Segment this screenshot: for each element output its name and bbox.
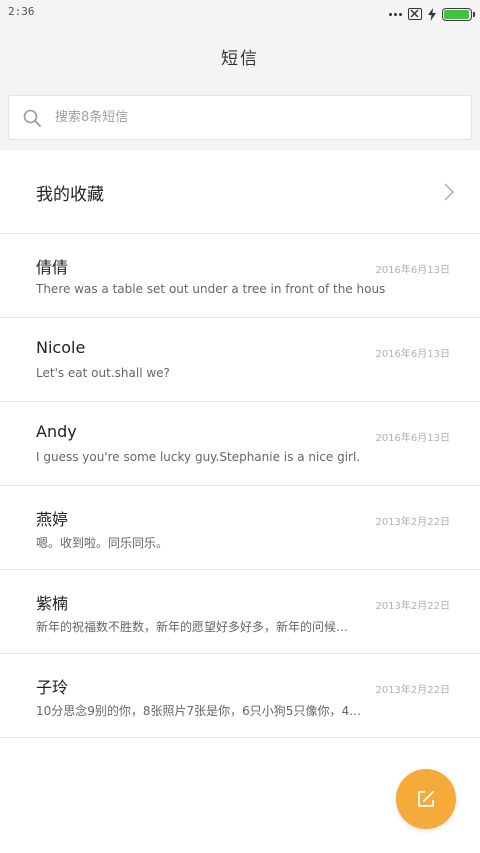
conversation-item[interactable]: 紫楠 2013年2月22日 新年的祝福数不胜数，新年的愿望好多好多，新年的问候… — [0, 570, 480, 654]
message-preview: Let's eat out.shall we? — [36, 366, 170, 380]
battery-icon — [442, 7, 475, 21]
contact-name: 燕婷 — [36, 510, 69, 529]
message-preview: There was a table set out under a tree i… — [36, 282, 386, 296]
search-box[interactable] — [8, 95, 472, 140]
message-preview: I guess you're some lucky guy.Stephanie … — [36, 450, 361, 464]
message-preview: 嗯。收到啦。同乐同乐。 — [36, 536, 169, 550]
contact-name: 倩倩 — [36, 258, 69, 277]
search-area — [0, 84, 480, 150]
contact-name: 子玲 — [36, 678, 69, 697]
message-date: 2013年2月22日 — [375, 517, 450, 528]
compose-button[interactable] — [396, 769, 456, 829]
message-date: 2013年2月22日 — [375, 685, 450, 696]
favorites-label: 我的收藏 — [36, 185, 104, 205]
contact-name: 紫楠 — [36, 594, 69, 613]
battery-level — [444, 9, 469, 19]
page-title: 短信 — [221, 48, 259, 69]
conversation-item[interactable]: 倩倩 2016年6月13日 There was a table set out … — [0, 234, 480, 318]
search-icon — [23, 109, 41, 127]
conversation-item[interactable]: 子玲 2013年2月22日 10分思念9别的你，8张照片7张是你，6只小狗5只像… — [0, 654, 480, 738]
contact-name: Nicole — [36, 338, 86, 357]
conversation-item[interactable]: Nicole 2016年6月13日 Let's eat out.shall we… — [0, 318, 480, 402]
app-header: 短信 — [0, 28, 480, 84]
no-sim-icon — [408, 8, 422, 20]
status-icons — [389, 6, 475, 22]
message-date: 2016年6月13日 — [375, 265, 450, 276]
conversation-item[interactable]: 燕婷 2013年2月22日 嗯。收到啦。同乐同乐。 — [0, 486, 480, 570]
message-preview: 新年的祝福数不胜数，新年的愿望好多好多，新年的问候… — [36, 620, 349, 634]
favorites-row[interactable]: 我的收藏 — [0, 150, 480, 234]
conversation-list: 倩倩 2016年6月13日 There was a table set out … — [0, 234, 480, 738]
contact-name: Andy — [36, 422, 77, 441]
message-preview: 10分思念9别的你，8张照片7张是你，6只小狗5只像你，4… — [36, 704, 362, 718]
status-time: 2:36 — [8, 5, 35, 18]
compose-icon — [418, 791, 434, 807]
charging-icon — [428, 7, 436, 21]
message-date: 2013年2月22日 — [375, 601, 450, 612]
status-bar: 2:36 — [0, 0, 480, 28]
signal-icon — [389, 12, 402, 16]
chevron-right-icon — [444, 183, 454, 201]
message-date: 2016年6月13日 — [375, 349, 450, 360]
message-date: 2016年6月13日 — [375, 433, 450, 444]
conversation-item[interactable]: Andy 2016年6月13日 I guess you're some luck… — [0, 402, 480, 486]
search-input[interactable] — [53, 109, 437, 126]
